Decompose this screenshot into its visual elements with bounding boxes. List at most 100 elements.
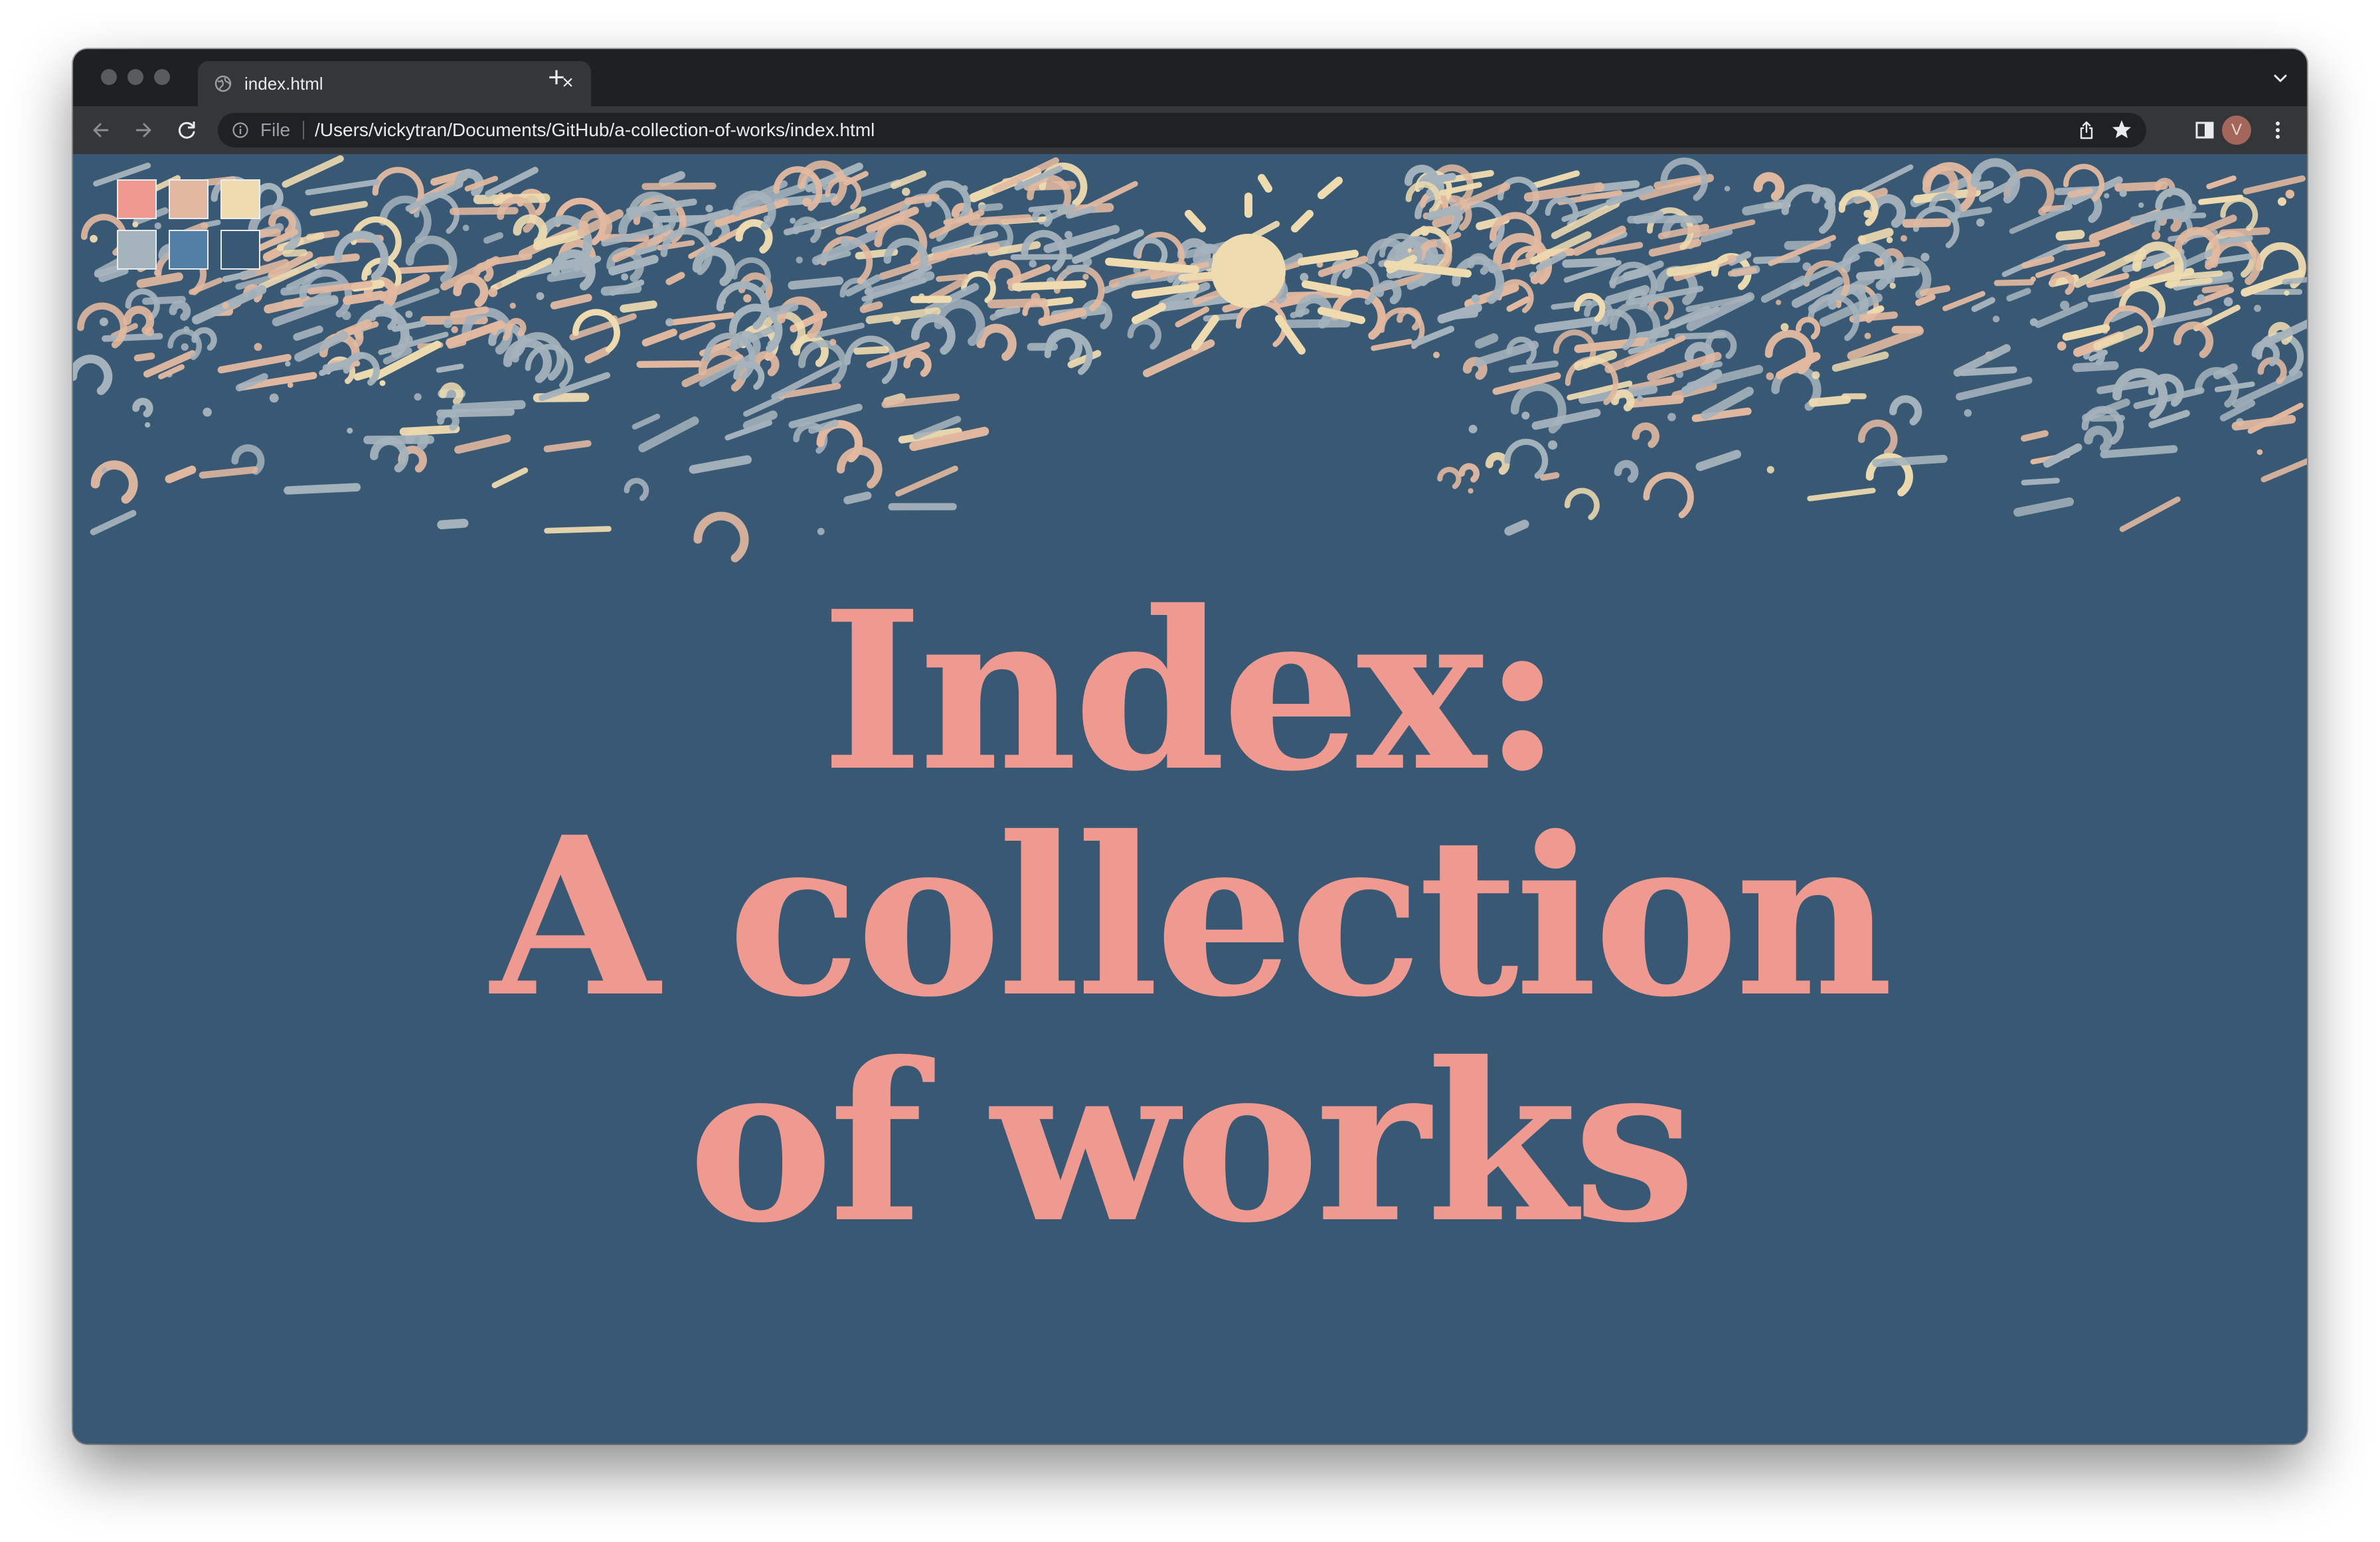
address-bar[interactable]: File /Users/vickytran/Documents/GitHub/a… [218,113,2146,147]
scribble-stroke [199,466,258,479]
scribble-stroke [293,325,323,341]
tab-title: index.html [244,74,323,94]
scribble-stroke [454,434,511,454]
palette-swatch [117,179,157,219]
scribble-stroke [987,298,1048,309]
scribble-stroke [2067,187,2094,199]
plus-icon[interactable]: + [539,61,574,96]
scribble-stroke [689,455,752,474]
scribble-stroke [2063,240,2100,251]
scribble-stroke [903,351,932,377]
scribble-stroke [1742,199,1788,216]
scribble-stroke [641,182,717,190]
scribble-stroke [2013,497,2075,517]
scribble-stroke [859,301,883,313]
scribble-stroke [450,306,489,319]
scribble-stroke [978,203,1003,212]
scribble-stroke [90,460,138,504]
scribble-stroke [2214,381,2255,392]
palette-swatch [220,179,260,219]
window-close-dot[interactable] [101,69,117,85]
scribble-stroke [1443,309,1478,321]
scribble-stroke [2055,229,2085,241]
window-minimize-dot[interactable] [128,69,143,85]
url-text[interactable]: /Users/vickytran/Documents/GitHub/a-coll… [315,120,875,141]
scribble-stroke [396,264,452,274]
scribble-stroke [1807,487,1876,501]
scribble-stroke [452,400,526,413]
scribble-stroke [436,363,464,373]
scribble-stroke [2219,227,2270,237]
scribble-stroke [2006,288,2031,301]
scribble-stroke [2206,175,2237,189]
scribble-stroke [1437,467,1462,489]
scribble-stroke [1564,487,1600,521]
scribble-stroke [743,394,785,417]
scribble-stroke [547,268,591,282]
avatar[interactable]: V [2222,116,2251,145]
forward-arrow-icon[interactable] [129,116,158,145]
scribble-stroke [483,232,503,244]
scribble-stroke [895,466,958,497]
scribble-stroke [1551,300,1592,310]
scribble-stroke [968,214,1032,226]
palette-swatch [169,179,209,219]
scribble-stroke [550,294,592,309]
scribble-stroke [624,477,649,501]
scribble-stroke [264,296,311,314]
palette-swatch [169,230,209,270]
share-icon[interactable] [2076,120,2097,141]
scribble-stroke [1371,339,1413,351]
scribble-stroke [2145,213,2207,220]
scribble-stroke [90,509,137,535]
scribble-stroke [2213,234,2253,246]
scribble-stroke [2173,321,2214,359]
scribble-stroke [1375,280,1402,305]
scribble-stroke [305,179,380,196]
scribble-stroke [788,276,844,290]
scribble-stroke [636,360,702,368]
scribble-stroke [254,183,284,211]
scribble-stroke [1994,279,2035,286]
scribble-stroke [1531,408,1601,430]
scribble-stroke [1902,218,1951,228]
scribble-stroke [836,446,883,489]
back-arrow-icon[interactable] [86,116,116,145]
star-icon[interactable] [2110,118,2133,141]
palette-swatch [220,230,260,270]
scribble-stroke [142,296,186,305]
scribble-stroke [936,274,969,282]
scribble-stroke [1858,228,1894,245]
tab-index-html[interactable]: index.html × [198,61,591,106]
scribble-stroke [2243,175,2306,195]
scribble-stroke [1504,519,1529,536]
window-zoom-dot[interactable] [154,69,170,85]
scribble-stroke [1508,360,1559,373]
scribble-landscape-illustration [73,155,2307,562]
scribble-stroke [309,201,368,216]
scribble-stroke [2231,414,2296,431]
scribble-stroke [1857,419,1898,456]
scribble-stroke [1610,389,1635,412]
scribble-stroke [693,511,749,562]
scribble-stroke [2072,361,2119,373]
scribble-stroke [659,171,685,187]
scribble-stroke [133,352,155,362]
scribble-stroke [1919,285,1950,297]
reload-icon[interactable] [173,116,202,145]
scribble-stroke [2088,290,2120,303]
scribble-stroke [679,322,716,341]
scribble-stroke [437,519,469,529]
scribble-stroke [1474,333,1499,349]
tab-bar: index.html × + [73,49,2307,106]
scribble-stroke [217,354,292,374]
chevron-down-icon[interactable] [2267,65,2294,92]
scribble-stroke [169,300,191,321]
side-panel-icon[interactable] [2191,117,2218,143]
more-vert-icon[interactable] [2264,117,2291,143]
scribble-stroke [1562,257,1617,268]
scribble-stroke [1143,339,1215,378]
info-icon[interactable] [231,121,250,139]
scribble-stroke [1808,395,1851,407]
scribble-stroke [665,312,735,326]
